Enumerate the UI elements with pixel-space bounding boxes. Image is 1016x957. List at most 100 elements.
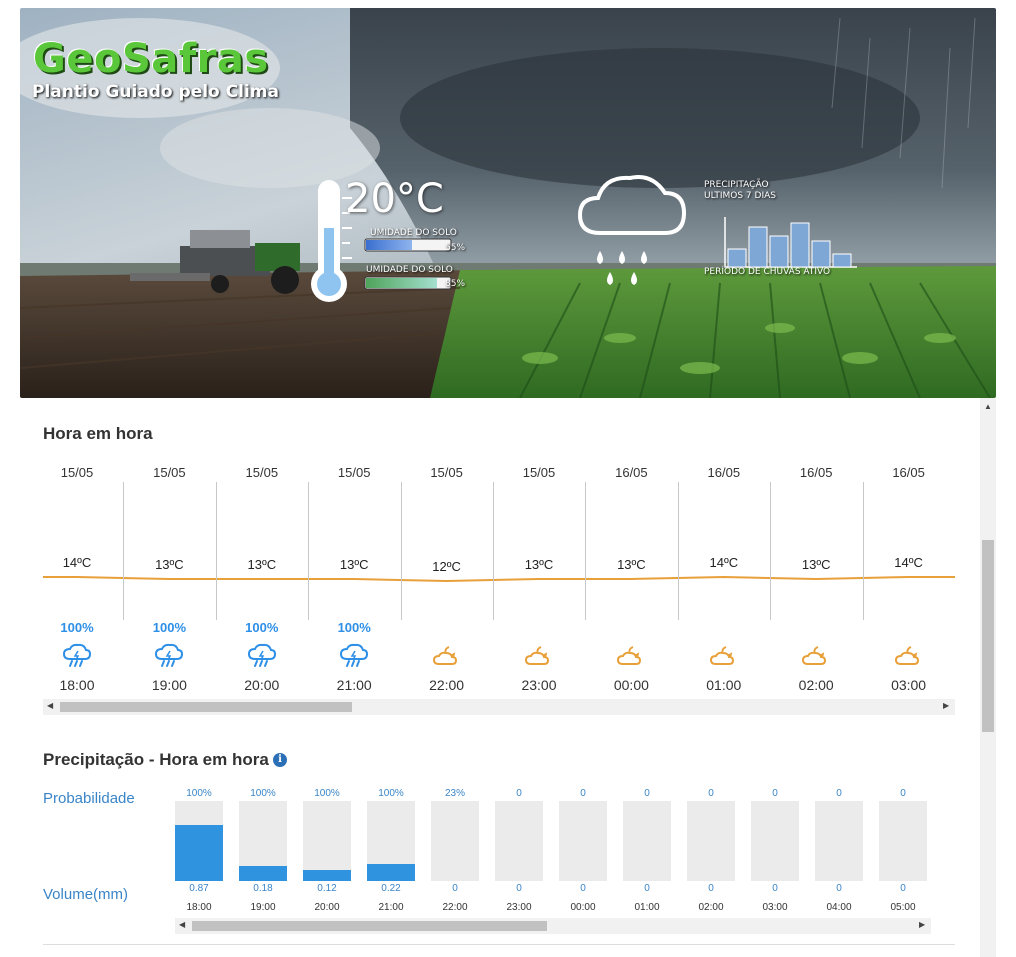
precip-scrollbar[interactable]: ◀ ▶	[175, 918, 931, 934]
precip-period: ULTIMOS 7 DIAS	[704, 191, 776, 201]
info-icon[interactable]: i	[273, 753, 287, 767]
precip-title: PRECIPITAÇÃO	[704, 180, 769, 190]
soil-moisture-label-1: UMIDADE DO SOLO	[370, 228, 457, 238]
hourly-date: 15/05	[60, 465, 94, 480]
hourly-time: 19:00	[151, 677, 187, 693]
brand-title: GeoSafras	[33, 36, 269, 82]
scroll-up-icon[interactable]: ▲	[984, 402, 992, 411]
precip-volume-bar	[431, 801, 479, 881]
hourly-item: 15/05 13ºC 100% 20:00	[227, 462, 319, 693]
hourly-item: 15/05 13ºC 23:00	[504, 462, 596, 693]
hour-separator	[770, 482, 772, 620]
hourly-time: 00:00	[613, 677, 649, 693]
brand-subtitle: Plantio Guiado pelo Clima	[32, 82, 279, 102]
hourly-temp: 13ºC	[247, 557, 277, 572]
precip-volume-value: 0	[452, 883, 458, 894]
precip-volume-bar	[879, 801, 927, 881]
precip-time: 18:00	[186, 902, 212, 913]
precip-volume-bar	[751, 801, 799, 881]
precip-time: 21:00	[378, 902, 404, 913]
soil-moisture-value-2: 85%	[445, 279, 466, 289]
hourly-title: Hora em hora	[43, 424, 153, 443]
hourly-temp: 13ºC	[155, 557, 184, 572]
hourly-scrollbar[interactable]: ◀ ▶	[43, 699, 955, 715]
hourly-item: 16/05 13ºC 02:00	[781, 462, 873, 693]
hour-separator	[493, 482, 494, 620]
precip-probability: 23%	[444, 788, 465, 799]
precip-probability: 100%	[186, 788, 212, 799]
scroll-right-icon[interactable]: ▶	[919, 920, 925, 929]
precip-volume-value: 0	[516, 883, 522, 894]
hourly-temp: 12ºC	[432, 559, 461, 574]
hourly-time: 21:00	[336, 677, 372, 693]
hourly-item: 15/05 13ºC 100% 21:00	[319, 462, 411, 693]
cloudy-night-icon	[432, 643, 462, 669]
precip-volume-bar	[239, 801, 287, 881]
scroll-left-icon[interactable]: ◀	[47, 701, 53, 710]
hour-separator	[677, 482, 679, 620]
hourly-precip-prob: 100%	[152, 620, 187, 635]
mini-precip-bar	[727, 248, 747, 268]
precip-time: 03:00	[762, 902, 788, 913]
mini-precip-bar	[748, 226, 768, 268]
precip-scrollbar-thumb[interactable]	[192, 921, 547, 931]
precip-volume-value: 0	[900, 883, 906, 894]
hourly-item: 15/05 12ºC 22:00	[412, 462, 504, 693]
page-scrollbar[interactable]: ▲	[980, 398, 996, 957]
hourly-date: 15/05	[153, 465, 186, 480]
hourly-item: 15/05 14ºC 100% 18:00	[42, 462, 134, 693]
cloudy-night-icon	[801, 643, 831, 669]
precip-volume-value: 0.18	[253, 883, 273, 894]
cloudy-night-icon	[709, 643, 739, 669]
precip-volume-bar	[815, 801, 863, 881]
hourly-date: 16/05	[707, 465, 741, 480]
precip-volume-value: 0	[836, 883, 842, 894]
mini-precip-bar	[832, 253, 852, 268]
hourly-time: 20:00	[244, 677, 280, 693]
precip-time: 01:00	[634, 902, 660, 913]
hourly-time: 01:00	[706, 677, 742, 693]
hourly-scrollbar-thumb[interactable]	[60, 702, 352, 712]
hourly-temp: 14ºC	[62, 555, 92, 570]
hourly-precip-prob: 100%	[245, 620, 279, 635]
hourly-time: 18:00	[59, 677, 95, 693]
rain-period-text: PERÍODO DE CHUVAS ATIVO	[704, 267, 831, 277]
precip-probability: 0	[644, 788, 650, 799]
precip-probability: 100%	[250, 788, 276, 799]
hourly-time: 02:00	[798, 677, 834, 693]
volume-label: Volume(mm)	[43, 886, 129, 903]
precip-volume-value: 0	[580, 883, 586, 894]
hourly-date: 16/05	[892, 465, 925, 480]
rain-cloud-icon	[247, 643, 277, 669]
section-divider	[43, 944, 955, 945]
temperature-reading: 20°C	[345, 176, 444, 222]
scroll-left-icon[interactable]: ◀	[179, 920, 185, 929]
precip-volume-value: 0	[708, 883, 714, 894]
hour-separator	[308, 482, 310, 620]
scroll-right-icon[interactable]: ▶	[943, 701, 949, 710]
precip-volume-bar	[559, 801, 607, 881]
hourly-temp: 13ºC	[617, 557, 646, 572]
precip-probability: 100%	[378, 788, 404, 799]
soil-moisture-label-2: UMIDADE DO SOLO	[366, 265, 453, 275]
scrollbar-thumb[interactable]	[982, 540, 994, 732]
precip-volume-value: 0.87	[189, 883, 209, 894]
hourly-date: 15/05	[245, 465, 279, 480]
hourly-temp: 13ºC	[524, 557, 554, 572]
precip-volume-value: 0.22	[381, 883, 401, 894]
cloudy-night-icon	[894, 643, 924, 669]
precip-volume-fill	[239, 866, 287, 881]
precip-probability: 0	[836, 788, 842, 799]
hourly-date: 15/05	[522, 465, 556, 480]
hourly-item: 16/05 14ºC 01:00	[689, 462, 781, 693]
precip-time: 05:00	[890, 902, 916, 913]
precip-probability: 0	[772, 788, 778, 799]
precip-probability: 100%	[314, 788, 340, 799]
rain-cloud-icon	[154, 643, 184, 669]
hourly-date: 15/05	[337, 465, 371, 480]
precip-time: 00:00	[570, 902, 596, 913]
precip-volume-value: 0	[772, 883, 778, 894]
hourly-forecast-strip: 15/05 14ºC 100% 18:00 15/05 13ºC 100% 19:00 15/0…	[43, 462, 955, 702]
hourly-time: 22:00	[429, 677, 465, 693]
precip-time: 22:00	[442, 902, 468, 913]
